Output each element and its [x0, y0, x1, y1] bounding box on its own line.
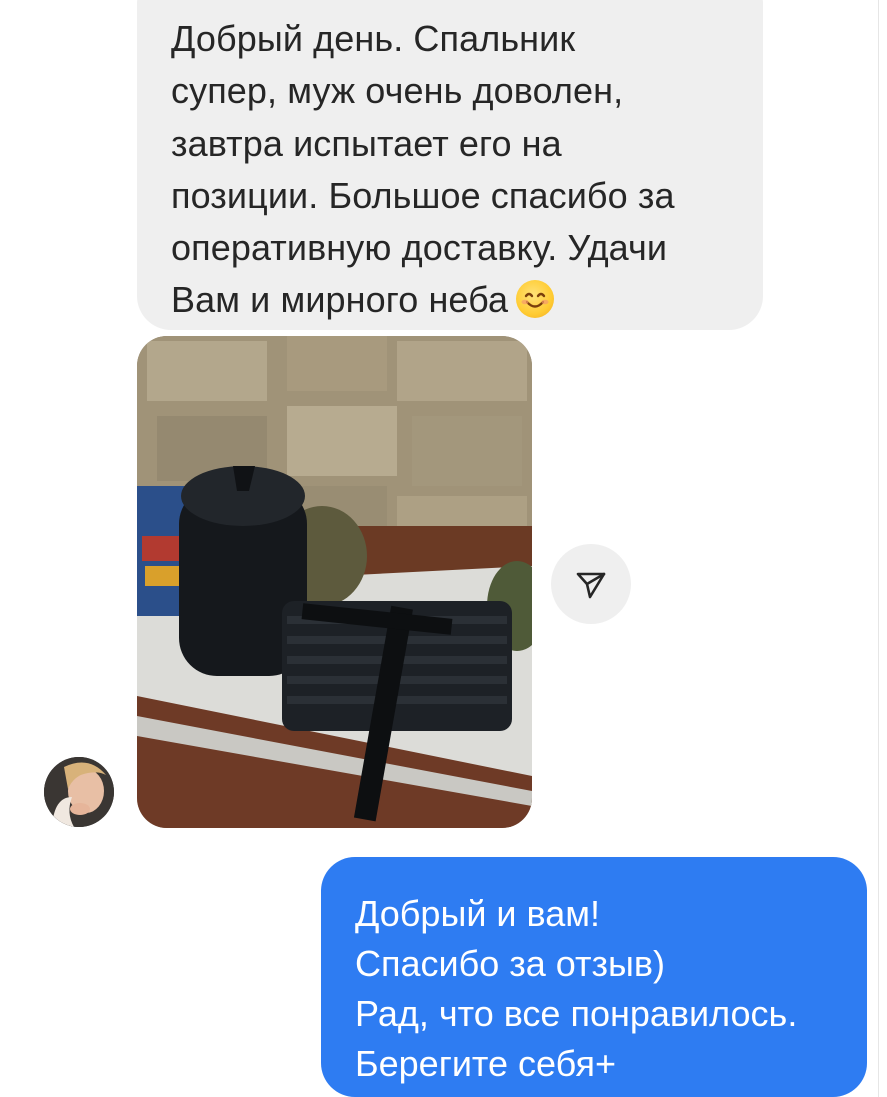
message-line: Добрый и вам! [355, 893, 601, 934]
avatar-image [44, 757, 114, 827]
outgoing-message-text: Добрый и вам! Спасибо за отзыв) Рад, что… [355, 889, 847, 1089]
incoming-message-bubble[interactable]: Добрый день. Спальник супер, муж очень д… [137, 0, 763, 330]
share-button[interactable] [551, 544, 631, 624]
paper-plane-icon [576, 572, 606, 599]
message-line: позиции. Большое спасибо за [171, 174, 675, 216]
screen-edge-divider [878, 0, 879, 1097]
message-line: оперативную доставку. Удачи [171, 227, 668, 269]
incoming-photo[interactable] [137, 336, 532, 828]
photo-illustration [137, 336, 532, 828]
message-line: Спасибо за отзыв) [355, 943, 666, 984]
outgoing-message-bubble[interactable]: Добрый и вам! Спасибо за отзыв) Рад, что… [321, 857, 867, 1097]
message-line: супер, муж очень доволен, [171, 70, 624, 112]
message-line: Добрый день. Спальник [171, 18, 576, 59]
sender-avatar[interactable] [44, 757, 114, 827]
incoming-message-text: Добрый день. Спальник супер, муж очень д… [171, 13, 735, 327]
message-thread: Добрый день. Спальник супер, муж очень д… [0, 0, 887, 1097]
message-line-last: Вам и мирного неба [171, 274, 735, 326]
message-line: Рад, что все понравилось. [355, 993, 798, 1034]
message-line: Берегите себя+ [355, 1043, 616, 1084]
message-line: завтра испытает его на [171, 122, 562, 164]
smiling-face-icon [516, 280, 555, 319]
message-line-text: Вам и мирного неба [171, 279, 509, 321]
